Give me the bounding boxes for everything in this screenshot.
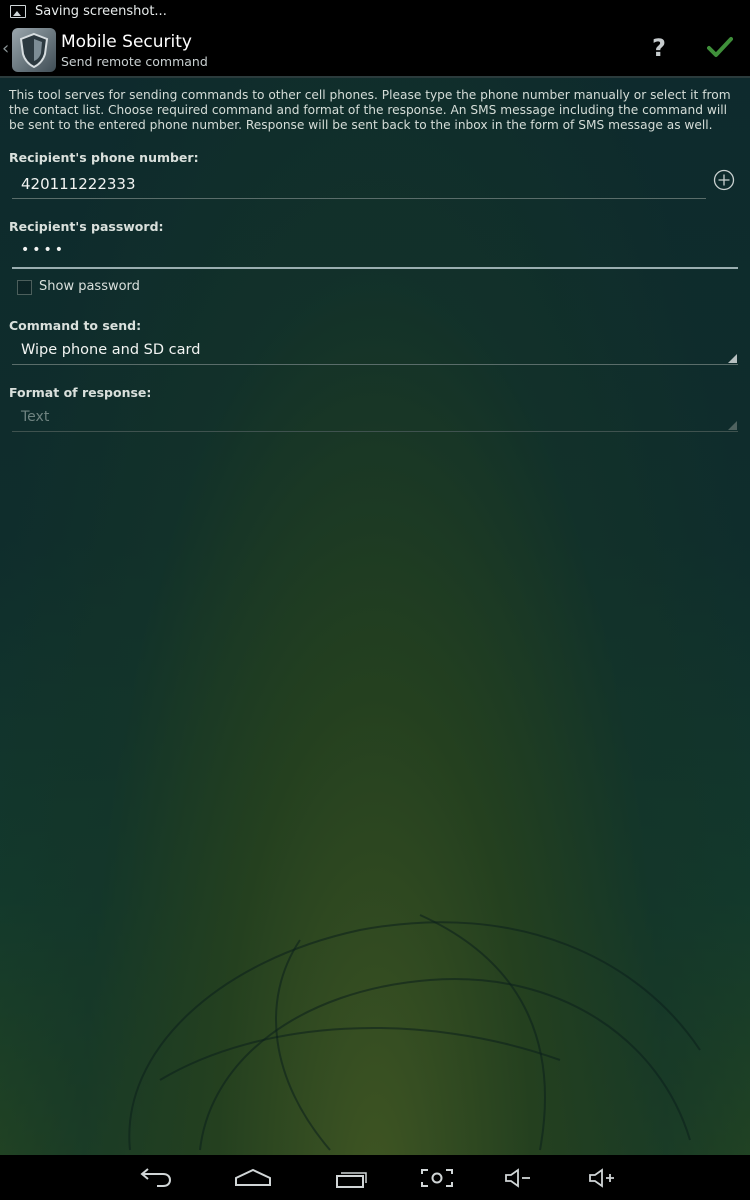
volume-up-icon[interactable]: [580, 1155, 624, 1200]
app-title: Mobile Security: [61, 32, 192, 52]
intro-description: This tool serves for sending commands to…: [9, 88, 731, 132]
password-label: Recipient's password:: [9, 219, 164, 234]
command-dropdown-arrow-icon[interactable]: [728, 354, 737, 363]
app-logo-icon[interactable]: [12, 28, 56, 72]
response-format-underline: [12, 431, 738, 432]
command-spinner-underline: [12, 364, 738, 365]
phone-number-label: Recipient's phone number:: [9, 150, 199, 165]
navigation-bar: [0, 1155, 750, 1200]
status-bar: Saving screenshot...: [0, 0, 750, 22]
add-contact-icon[interactable]: [713, 169, 735, 191]
recent-apps-icon[interactable]: [326, 1155, 376, 1200]
back-icon[interactable]: [130, 1155, 182, 1200]
screen-subtitle: Send remote command: [61, 54, 208, 69]
password-input[interactable]: ••••: [21, 242, 66, 258]
screenshot-notification-icon: [10, 4, 26, 18]
response-format-spinner: Text: [21, 409, 50, 425]
status-notification-text: Saving screenshot...: [35, 3, 167, 19]
command-label: Command to send:: [9, 318, 142, 333]
screenshot-icon[interactable]: [414, 1155, 460, 1200]
volume-down-icon[interactable]: [496, 1155, 540, 1200]
phone-number-input[interactable]: 420111222333: [21, 175, 136, 193]
confirm-check-icon[interactable]: [707, 36, 733, 58]
show-password-checkbox[interactable]: [17, 280, 32, 295]
password-underline: [12, 267, 738, 269]
response-format-dropdown-arrow-icon: [728, 421, 737, 430]
response-format-label: Format of response:: [9, 385, 152, 400]
up-caret-icon[interactable]: ‹: [2, 38, 9, 59]
show-password-label[interactable]: Show password: [39, 279, 140, 294]
help-icon[interactable]: ?: [652, 34, 666, 62]
phone-number-underline: [12, 198, 706, 199]
command-spinner[interactable]: Wipe phone and SD card: [21, 342, 200, 358]
home-icon[interactable]: [226, 1155, 280, 1200]
action-bar: ‹ Mobile Security Send remote command ?: [0, 22, 750, 78]
